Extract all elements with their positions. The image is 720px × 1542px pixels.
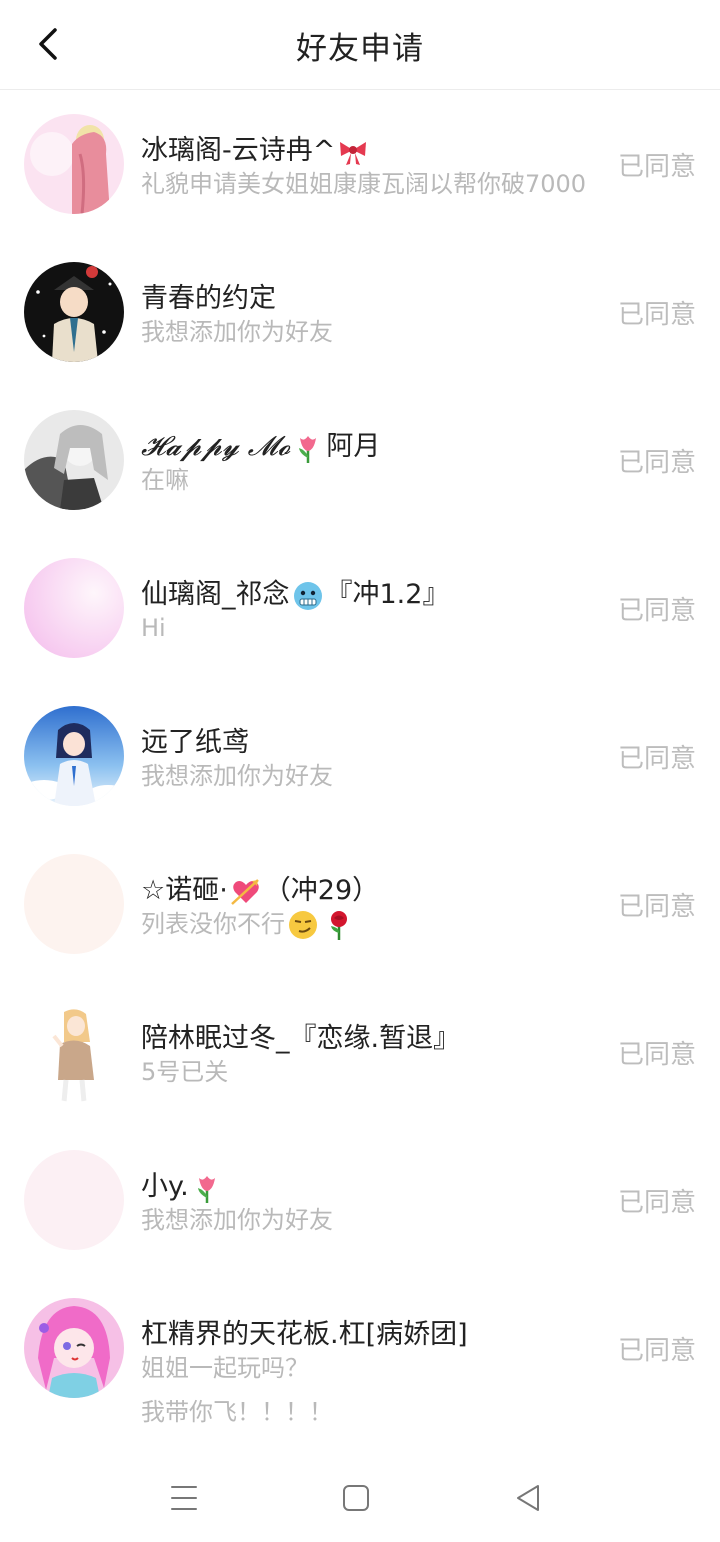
requester-name: 小y. <box>141 1164 225 1204</box>
list-item[interactable]: 远了纸鸢 我想添加你为好友 已同意 <box>0 682 720 830</box>
rose-emoji-icon <box>323 909 355 941</box>
friend-requests-screen: 好友申请 冰璃阁-云诗冉^ 礼貌申请美女姐姐康康瓦阔以帮你破7000 已同意 青… <box>0 0 720 1542</box>
request-message: 5号已关 <box>141 1058 229 1086</box>
list-item[interactable]: 青春的约定 我想添加你为好友 已同意 <box>0 238 720 386</box>
request-message: 在嘛 <box>141 466 189 494</box>
avatar[interactable] <box>24 410 124 510</box>
heart-arrow-emoji-icon <box>230 876 262 908</box>
bow-emoji-icon <box>337 136 369 168</box>
list-item[interactable]: ☆诺砸· （冲29） 列表没你不行 已同意 <box>0 830 720 978</box>
requester-name: 青春的约定 <box>141 283 276 314</box>
requester-name: ☆诺砸· （冲29） <box>141 875 380 908</box>
status-label[interactable]: 已同意 <box>618 590 696 627</box>
avatar[interactable] <box>24 854 124 954</box>
status-label[interactable]: 已同意 <box>618 886 696 923</box>
requester-name: 陪林眠过冬_『恋缘.暂退』 <box>141 1023 461 1054</box>
avatar[interactable] <box>24 114 124 214</box>
request-message: 礼貌申请美女姐姐康康瓦阔以帮你破7000 <box>141 170 587 198</box>
top-bar: 好友申请 <box>0 0 720 90</box>
request-message-line-2: 我带你飞！！！！ <box>141 1398 333 1426</box>
page-title: 好友申请 <box>296 30 424 67</box>
requester-name: 远了纸鸢 <box>141 727 249 758</box>
home-nav-button[interactable] <box>336 1478 376 1518</box>
avatar[interactable] <box>24 706 124 806</box>
request-message: 我想添加你为好友 <box>141 318 333 346</box>
request-message: 我想添加你为好友 <box>141 1206 333 1234</box>
tulip-emoji-icon <box>191 1172 223 1204</box>
request-message: 姐姐一起玩吗？ <box>141 1354 309 1382</box>
request-list: 冰璃阁-云诗冉^ 礼貌申请美女姐姐康康瓦阔以帮你破7000 已同意 青春的约定 <box>0 90 720 1434</box>
menu-nav-button[interactable] <box>164 1478 204 1518</box>
requester-name: 仙璃阁_祁念 『冲1.2』 <box>141 579 450 612</box>
system-navigation-bar <box>0 1450 720 1542</box>
status-label[interactable]: 已同意 <box>618 146 696 183</box>
status-label[interactable]: 已同意 <box>618 294 696 331</box>
avatar[interactable] <box>24 1298 124 1398</box>
requester-name: 冰璃阁-云诗冉^ <box>141 128 371 168</box>
requester-name: 杠精界的天花板.杠[病娇团] <box>141 1319 468 1350</box>
list-item[interactable]: 陪林眠过冬_『恋缘.暂退』 5号已关 已同意 <box>0 978 720 1126</box>
cold-face-emoji-icon <box>292 580 324 612</box>
request-message: 列表没你不行 <box>141 906 357 942</box>
request-message: 我想添加你为好友 <box>141 762 333 790</box>
status-label[interactable]: 已同意 <box>618 442 696 479</box>
triangle-back-icon <box>517 1485 539 1511</box>
avatar[interactable] <box>24 1150 124 1250</box>
back-nav-button[interactable] <box>508 1478 548 1518</box>
requester-name: 𝓗𝓪𝓹𝓹𝔂 𝓜𝓸 阿月 <box>141 431 381 464</box>
list-item[interactable]: 杠精界的天花板.杠[病娇团] 姐姐一起玩吗？ 我带你飞！！！！ 已同意 <box>0 1274 720 1434</box>
request-message: Hi <box>141 614 166 642</box>
status-label[interactable]: 已同意 <box>618 1182 696 1219</box>
list-item[interactable]: 仙璃阁_祁念 『冲1.2』 Hi 已同意 <box>0 534 720 682</box>
avatar[interactable] <box>24 1002 124 1102</box>
avatar[interactable] <box>24 558 124 658</box>
list-item[interactable]: 冰璃阁-云诗冉^ 礼貌申请美女姐姐康康瓦阔以帮你破7000 已同意 <box>0 90 720 238</box>
square-home-icon <box>343 1485 369 1511</box>
tulip-emoji-icon <box>292 432 324 464</box>
list-item[interactable]: 小y. 我想添加你为好友 已同意 <box>0 1126 720 1274</box>
menu-icon <box>171 1486 197 1510</box>
status-label[interactable]: 已同意 <box>618 1330 696 1367</box>
status-label[interactable]: 已同意 <box>618 1034 696 1071</box>
smirk-emoji-icon <box>287 909 319 941</box>
avatar[interactable] <box>24 262 124 362</box>
list-item[interactable]: 𝓗𝓪𝓹𝓹𝔂 𝓜𝓸 阿月 在嘛 已同意 <box>0 386 720 534</box>
status-label[interactable]: 已同意 <box>618 738 696 775</box>
